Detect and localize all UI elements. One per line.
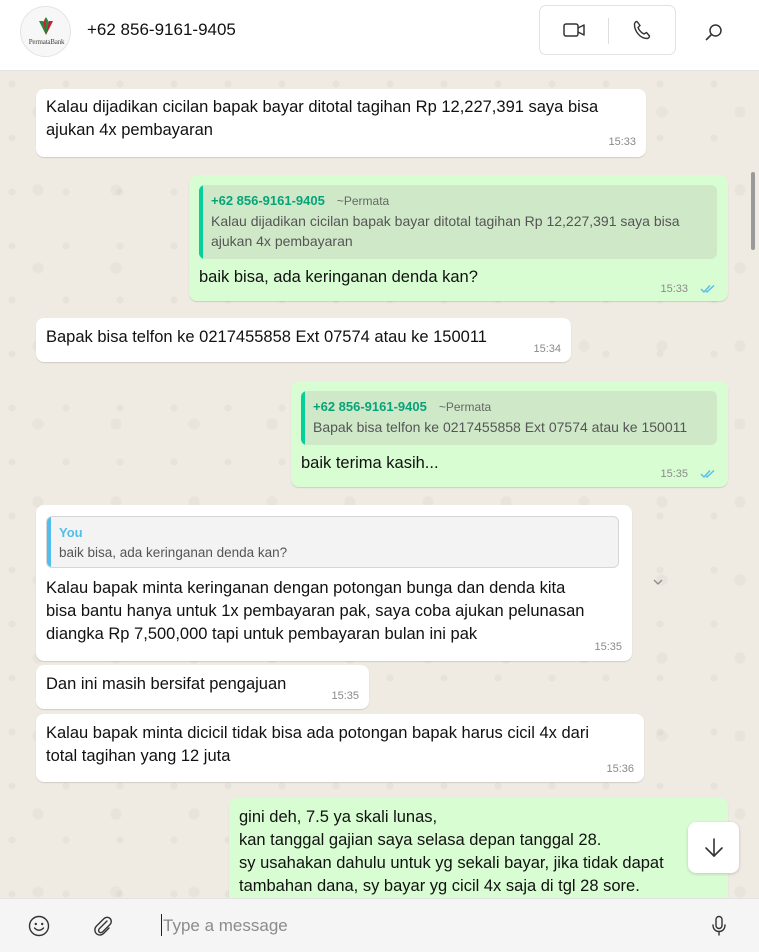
message-time: 15:36 — [606, 763, 634, 775]
quote-author-sub: ~Permata — [438, 400, 492, 414]
video-camera-icon — [563, 23, 585, 37]
microphone-icon — [712, 915, 726, 936]
search-button[interactable] — [700, 18, 728, 46]
voice-call-button[interactable] — [616, 14, 668, 46]
quote-text: baik bisa, ada keringanan denda kan? — [59, 545, 288, 560]
message-text: Bapak bisa telfon ke 0217455858 Ext 0757… — [46, 328, 487, 346]
read-ticks-icon — [700, 284, 715, 294]
message-text: Dan ini masih bersifat pengajuan — [46, 675, 287, 693]
emoji-button[interactable] — [26, 913, 52, 939]
chat-header: PermataBank +62 856-9161-9405 — [0, 0, 759, 71]
call-divider — [608, 18, 609, 44]
message-time: 15:33 — [660, 283, 688, 295]
voice-message-button[interactable] — [706, 913, 732, 939]
message-time: 15:34 — [533, 343, 561, 355]
quote-author-name: +62 856-9161-9405 — [211, 193, 325, 208]
scroll-to-bottom-button[interactable] — [688, 822, 739, 873]
contact-name[interactable]: +62 856-9161-9405 — [87, 20, 236, 40]
incoming-message[interactable]: You baik bisa, ada keringanan denda kan?… — [36, 505, 632, 661]
quote-bar — [199, 185, 203, 259]
outgoing-message[interactable]: gini deh, 7.5 ya skali lunas, kan tangga… — [229, 798, 728, 898]
message-input[interactable] — [161, 910, 683, 942]
text-caret — [161, 914, 162, 936]
message-text: gini deh, 7.5 ya skali lunas, kan tangga… — [239, 808, 664, 895]
quote-author-name: +62 856-9161-9405 — [313, 399, 427, 414]
phone-icon — [633, 20, 651, 40]
message-options-chevron-icon[interactable] — [652, 578, 664, 586]
search-icon — [705, 24, 722, 41]
message-text: Kalau bapak minta dicicil tidak bisa ada… — [46, 724, 589, 765]
outgoing-message[interactable]: +62 856-9161-9405 ~Permata Bapak bisa tel… — [291, 381, 728, 487]
call-button-group — [539, 5, 676, 55]
permata-logo-icon — [39, 17, 53, 35]
quote-author: +62 856-9161-9405 ~Permata — [211, 193, 389, 208]
avatar[interactable]: PermataBank — [20, 6, 71, 57]
quote-bar — [47, 517, 51, 567]
incoming-message[interactable]: Kalau dijadikan cicilan bapak bayar dito… — [36, 89, 646, 157]
message-text: baik bisa, ada keringanan denda kan? — [199, 268, 478, 286]
quoted-message[interactable]: +62 856-9161-9405 ~Permata Bapak bisa tel… — [301, 391, 717, 445]
arrow-down-icon — [704, 837, 723, 857]
incoming-message[interactable]: Dan ini masih bersifat pengajuan 15:35 — [36, 665, 369, 709]
message-time: 15:33 — [608, 136, 636, 148]
video-call-button[interactable] — [548, 14, 600, 46]
read-ticks-icon — [700, 469, 715, 479]
chat-scrollbar[interactable] — [751, 172, 755, 250]
message-text: baik terima kasih... — [301, 454, 439, 472]
quoted-message[interactable]: You baik bisa, ada keringanan denda kan? — [46, 516, 619, 568]
attach-button[interactable] — [90, 913, 116, 939]
message-text: Kalau dijadikan cicilan bapak bayar dito… — [46, 98, 599, 139]
incoming-message[interactable]: Bapak bisa telfon ke 0217455858 Ext 0757… — [36, 318, 571, 362]
chat-message-list[interactable]: Kalau dijadikan cicilan bapak bayar dito… — [0, 72, 759, 898]
message-time: 15:35 — [594, 641, 622, 653]
quote-text: Kalau dijadikan cicilan bapak bayar dito… — [211, 213, 680, 249]
avatar-logo-text: PermataBank — [28, 38, 65, 46]
emoji-icon — [28, 915, 50, 937]
quote-author-sub: ~Permata — [336, 194, 390, 208]
message-time: 15:35 — [660, 468, 688, 480]
outgoing-message[interactable]: +62 856-9161-9405 ~Permata Kalau dijadika… — [189, 175, 728, 301]
quote-text: Bapak bisa telfon ke 0217455858 Ext 0757… — [313, 419, 688, 435]
quote-author: +62 856-9161-9405 ~Permata — [313, 399, 491, 414]
quote-bar — [301, 391, 305, 445]
paperclip-icon — [94, 916, 112, 936]
quote-author: You — [59, 525, 83, 540]
quoted-message[interactable]: +62 856-9161-9405 ~Permata Kalau dijadika… — [199, 185, 717, 259]
message-time: 15:35 — [331, 690, 359, 702]
incoming-message[interactable]: Kalau bapak minta dicicil tidak bisa ada… — [36, 714, 644, 782]
message-text: Kalau bapak minta keringanan dengan poto… — [46, 579, 585, 643]
